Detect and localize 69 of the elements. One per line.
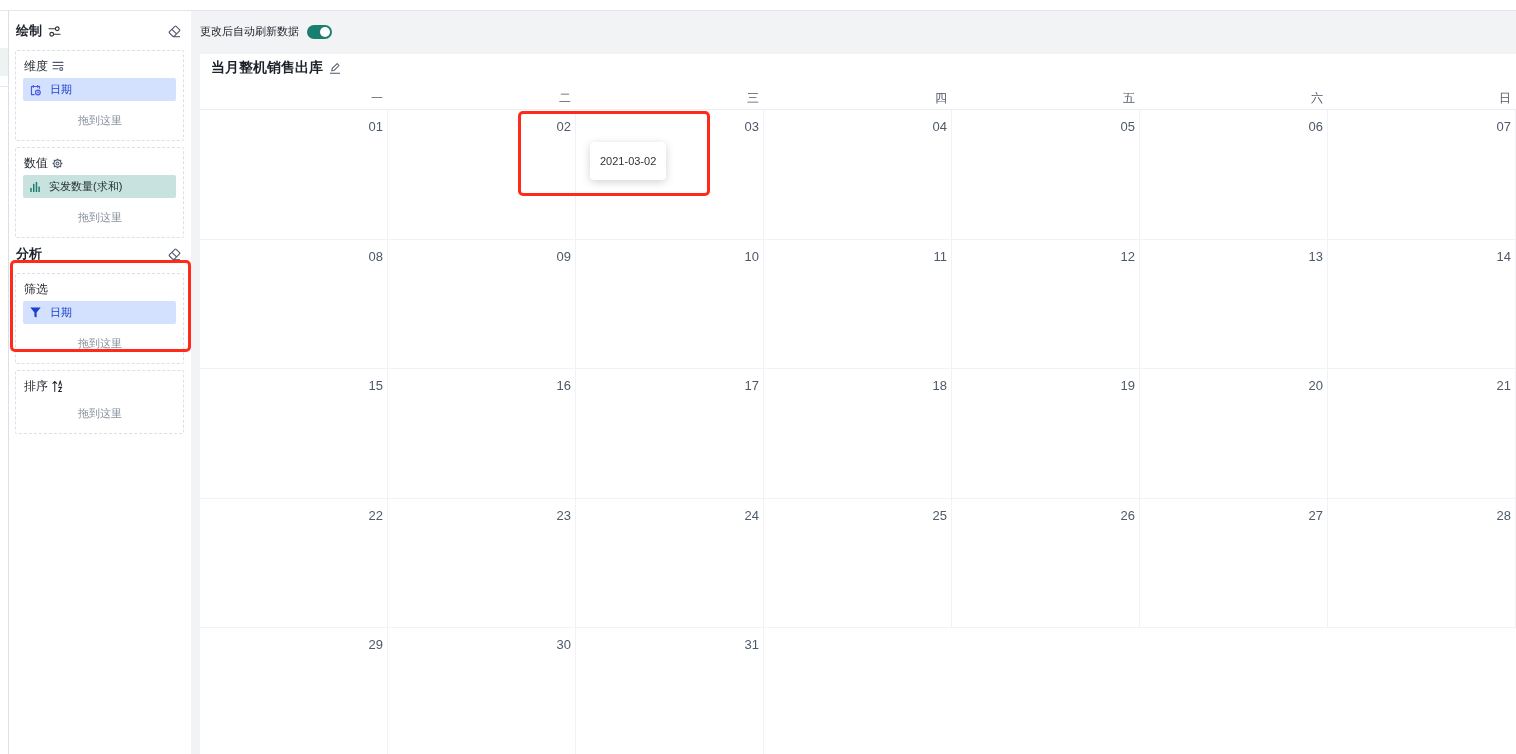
date-number: 01 xyxy=(368,119,383,134)
date-number: 18 xyxy=(932,378,947,393)
date-number: 15 xyxy=(368,378,383,393)
date-number: 22 xyxy=(368,507,383,523)
weekday-label: 五 xyxy=(1123,91,1135,105)
date-number: 24 xyxy=(744,507,759,523)
zone-title: 排序 xyxy=(24,378,48,394)
date-number: 20 xyxy=(1308,378,1323,393)
sliders-icon[interactable] xyxy=(48,25,61,37)
drop-zone[interactable]: 筛选 日期 拖到这里 xyxy=(15,273,184,364)
date-number: 06 xyxy=(1308,119,1323,134)
date-number: 23 xyxy=(556,507,571,523)
zone-title: 筛选 xyxy=(24,281,48,297)
date-number: 17 xyxy=(744,378,759,393)
drop-hint: 拖到这里 xyxy=(77,211,122,223)
date-number: 13 xyxy=(1308,248,1323,264)
date-number: 12 xyxy=(1120,248,1135,264)
date-number: 16 xyxy=(556,378,571,393)
eraser-icon[interactable] xyxy=(168,247,181,261)
weekday-label: 四 xyxy=(935,91,947,105)
filter-icon xyxy=(30,307,41,318)
lines-icon[interactable] xyxy=(52,61,64,71)
chart-title: 当月整机销售出库 xyxy=(211,59,323,77)
date-number: 04 xyxy=(932,119,947,134)
field-chip[interactable]: 实发数量(求和) xyxy=(23,175,176,198)
zone-title: 数值 xyxy=(24,155,48,171)
drop-hint: 拖到这里 xyxy=(77,407,122,419)
drop-hint: 拖到这里 xyxy=(77,337,122,349)
toggle-switch[interactable] xyxy=(307,24,332,39)
edit-icon[interactable] xyxy=(329,62,341,74)
drop-zone[interactable]: 数值 实发数量(求和) 拖到这里 xyxy=(15,147,184,238)
weekday-label: 三 xyxy=(747,91,759,105)
weekday-label: 二 xyxy=(559,91,571,105)
date-number: 30 xyxy=(556,637,571,652)
weekday-label: 六 xyxy=(1311,91,1323,105)
drop-zone[interactable]: 维度 日期 拖到这里 xyxy=(15,50,184,141)
bar-chart-icon xyxy=(30,181,40,192)
date-number: 21 xyxy=(1496,378,1511,393)
group-heading: 分析 xyxy=(16,245,42,263)
date-number: 08 xyxy=(368,248,383,264)
date-number: 05 xyxy=(1120,119,1135,134)
drop-zone[interactable]: 排序 拖到这里 xyxy=(15,370,184,434)
date-number: 11 xyxy=(933,248,947,264)
date-number: 25 xyxy=(932,507,947,523)
date-number: 14 xyxy=(1496,248,1511,264)
auto-refresh-label: 更改后自动刷新数据 xyxy=(200,24,299,39)
calendar-clock-icon xyxy=(30,83,41,96)
weekday-label: 一 xyxy=(371,91,383,105)
sort-icon[interactable] xyxy=(52,380,63,392)
date-number: 03 xyxy=(744,119,759,134)
field-chip[interactable]: 日期 xyxy=(23,78,176,101)
date-number: 31 xyxy=(744,637,759,652)
settings-icon[interactable] xyxy=(52,157,63,169)
date-tooltip: 2021-03-02 xyxy=(590,142,667,180)
date-number: 19 xyxy=(1120,378,1135,393)
drop-hint: 拖到这里 xyxy=(77,114,122,126)
date-number: 10 xyxy=(744,248,759,264)
weekday-label: 日 xyxy=(1499,91,1511,105)
zone-title: 维度 xyxy=(24,58,48,74)
date-number: 29 xyxy=(368,637,383,652)
group-heading: 绘制 xyxy=(16,22,42,40)
date-number: 28 xyxy=(1496,507,1511,523)
field-chip[interactable]: 日期 xyxy=(23,301,176,324)
eraser-icon[interactable] xyxy=(168,24,181,38)
date-number: 09 xyxy=(556,248,571,264)
date-number: 02 xyxy=(556,119,571,134)
date-number: 26 xyxy=(1120,507,1135,523)
date-number: 07 xyxy=(1496,119,1511,134)
date-number: 27 xyxy=(1308,507,1323,523)
